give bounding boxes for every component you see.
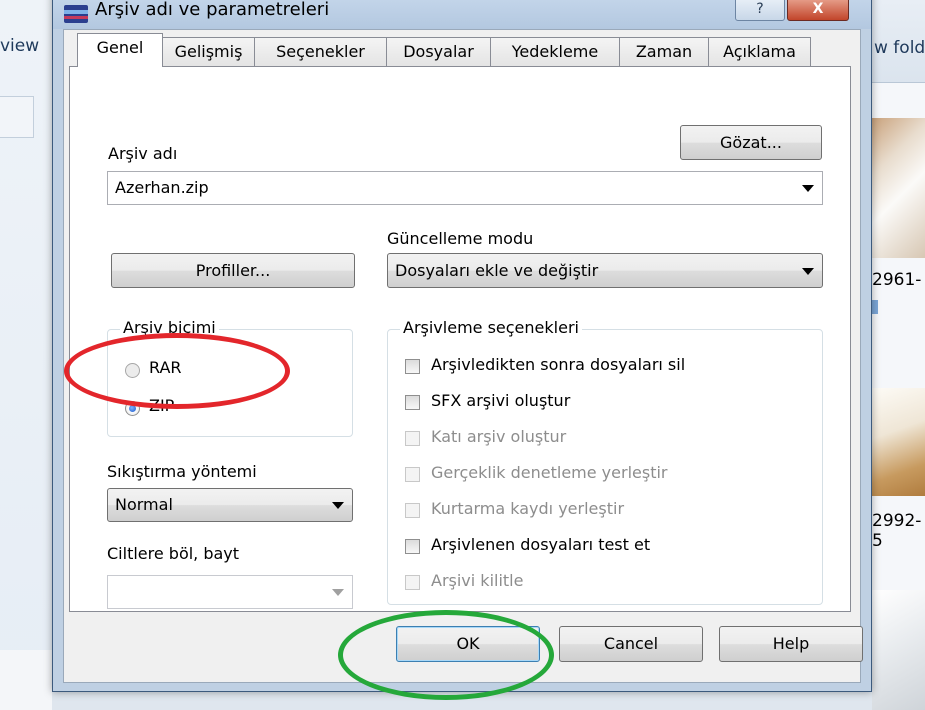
explorer-toolbar-new-folder[interactable]: w fold: [874, 38, 925, 58]
lock-archive-checkbox: [405, 575, 420, 590]
update-mode-value: Dosyaları ekle ve değiştir: [395, 261, 599, 280]
photo-thumbnail[interactable]: [872, 118, 925, 258]
help-button[interactable]: Help: [719, 626, 863, 662]
winrar-icon: [64, 5, 88, 23]
dialog-titlebar[interactable]: Arşiv adı ve parametreleri ? X: [53, 0, 871, 29]
tab-gelismis[interactable]: Gelişmiş: [162, 37, 255, 66]
tab-zaman[interactable]: Zaman: [619, 37, 709, 66]
compression-label: Sıkıştırma yöntemi: [107, 462, 257, 481]
cancel-button[interactable]: Cancel: [559, 626, 703, 662]
dialog-title: Arşiv adı ve parametreleri: [95, 0, 330, 20]
delete-after-archiving-label[interactable]: Arşivledikten sonra dosyaları sil: [431, 355, 685, 374]
authenticity-label: Gerçeklik denetleme yerleştir: [431, 463, 668, 482]
archive-name-value: Azerhan.zip: [115, 178, 209, 197]
archiving-options-group: Arşivleme seçenekleri Arşivledikten sonr…: [387, 318, 823, 605]
ok-highlight-ellipse: [338, 610, 554, 700]
archiving-options-title: Arşivleme seçenekleri: [400, 318, 582, 337]
tab-yedekleme[interactable]: Yedekleme: [490, 37, 620, 66]
chevron-down-icon[interactable]: [802, 185, 814, 192]
solid-archive-checkbox: [405, 431, 420, 446]
tab-aciklama[interactable]: Açıklama: [708, 37, 811, 66]
split-volumes-combo[interactable]: [107, 575, 353, 609]
test-archived-files-checkbox[interactable]: [405, 539, 420, 554]
close-button[interactable]: X: [787, 0, 849, 21]
chevron-down-icon[interactable]: [332, 502, 344, 509]
update-mode-label: Güncelleme modu: [387, 229, 534, 248]
create-sfx-label[interactable]: SFX arşivi oluştur: [431, 391, 570, 410]
test-archived-files-label[interactable]: Arşivlenen dosyaları test et: [431, 535, 650, 554]
thumbnail-label: 2961-: [872, 270, 922, 290]
compression-value: Normal: [115, 495, 173, 514]
tab-dosyalar[interactable]: Dosyalar: [386, 37, 491, 66]
archive-name-combo[interactable]: Azerhan.zip: [107, 171, 823, 205]
explorer-bottom-band: [0, 650, 52, 710]
tab-secenekler[interactable]: Seçenekler: [254, 37, 387, 66]
lock-archive-label: Arşivi kilitle: [431, 571, 524, 590]
recovery-record-checkbox: [405, 503, 420, 518]
tab-genel[interactable]: Genel: [77, 33, 163, 67]
explorer-nav-pane: [0, 96, 34, 138]
update-mode-select[interactable]: Dosyaları ekle ve değiştir: [387, 253, 823, 288]
selection-marker: [872, 300, 878, 314]
solid-archive-label: Katı arşiv oluştur: [431, 427, 567, 446]
profiles-button[interactable]: Profiller...: [111, 253, 355, 288]
explorer-right-edge: w fold 2961- 2992- 5: [872, 0, 925, 710]
archive-name-label: Arşiv adı: [108, 144, 178, 163]
explorer-toolbar-view[interactable]: view: [0, 36, 39, 56]
explorer-left-edge: view: [0, 0, 52, 710]
thumbnail-label: 2992-: [872, 511, 922, 531]
compression-select[interactable]: Normal: [107, 488, 353, 522]
delete-after-archiving-checkbox[interactable]: [405, 359, 420, 374]
explorer-toolbar: w fold: [872, 0, 925, 83]
browse-button[interactable]: Gözat...: [680, 125, 822, 160]
create-sfx-checkbox[interactable]: [405, 395, 420, 410]
zip-highlight-ellipse: [64, 333, 290, 409]
photo-thumbnail[interactable]: [872, 590, 925, 710]
chevron-down-icon[interactable]: [802, 267, 814, 275]
recovery-record-label: Kurtarma kaydı yerleştir: [431, 499, 625, 518]
chevron-down-icon[interactable]: [332, 589, 344, 596]
thumbnail-label: 5: [872, 531, 883, 551]
title-help-button[interactable]: ?: [735, 0, 785, 21]
authenticity-checkbox: [405, 467, 420, 482]
split-volumes-label: Ciltlere böl, bayt: [107, 544, 240, 563]
photo-thumbnail[interactable]: [872, 388, 925, 496]
